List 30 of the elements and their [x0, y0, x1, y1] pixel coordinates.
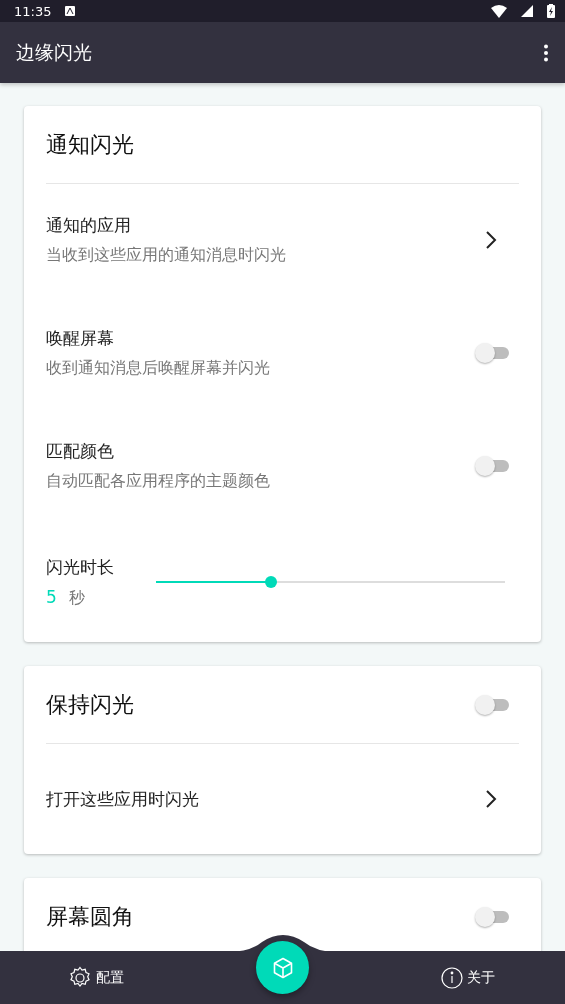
- duration-value: 5: [46, 586, 57, 607]
- more-options-icon[interactable]: [543, 43, 549, 62]
- duration-slider[interactable]: [156, 576, 505, 588]
- card-title: 屏幕圆角: [46, 903, 134, 931]
- cube-icon: [271, 956, 294, 979]
- settings-row[interactable]: 打开这些应用时闪光: [46, 744, 519, 854]
- row-title: 闪光时长: [46, 555, 114, 579]
- row-title: 唤醒屏幕: [46, 326, 115, 350]
- nav-item[interactable]: 关于: [441, 966, 495, 989]
- row-subtitle: 当收到这些应用的通知消息时闪光: [46, 245, 286, 266]
- row-subtitle: 自动匹配各应用程序的主题颜色: [46, 470, 270, 492]
- row-subtitle: 收到通知消息后唤醒屏幕并闪光: [46, 357, 270, 379]
- card-title: 保持闪光: [46, 690, 134, 719]
- info-icon: [441, 966, 463, 989]
- status-time: 11:35: [14, 3, 52, 19]
- nav-item[interactable]: 配置: [68, 965, 124, 990]
- app-title: 边缘闪光: [16, 39, 92, 65]
- chevron-right-icon: [485, 230, 497, 250]
- battery-icon: [547, 4, 555, 18]
- settings-row[interactable]: 通知的应用 当收到这些应用的通知消息时闪光: [46, 184, 519, 296]
- settings-icon: [68, 965, 92, 990]
- signal-icon: [521, 5, 533, 17]
- card-title: 通知闪光: [46, 130, 134, 159]
- row-title: 通知的应用: [46, 214, 132, 237]
- notification-icon: [65, 6, 76, 16]
- unit-label: 秒: [68, 587, 85, 607]
- row-title: 匹配颜色: [46, 439, 115, 463]
- row-title: 打开这些应用时闪光: [46, 787, 199, 811]
- wifi-icon: [491, 4, 507, 18]
- chevron-right-icon: [485, 789, 497, 809]
